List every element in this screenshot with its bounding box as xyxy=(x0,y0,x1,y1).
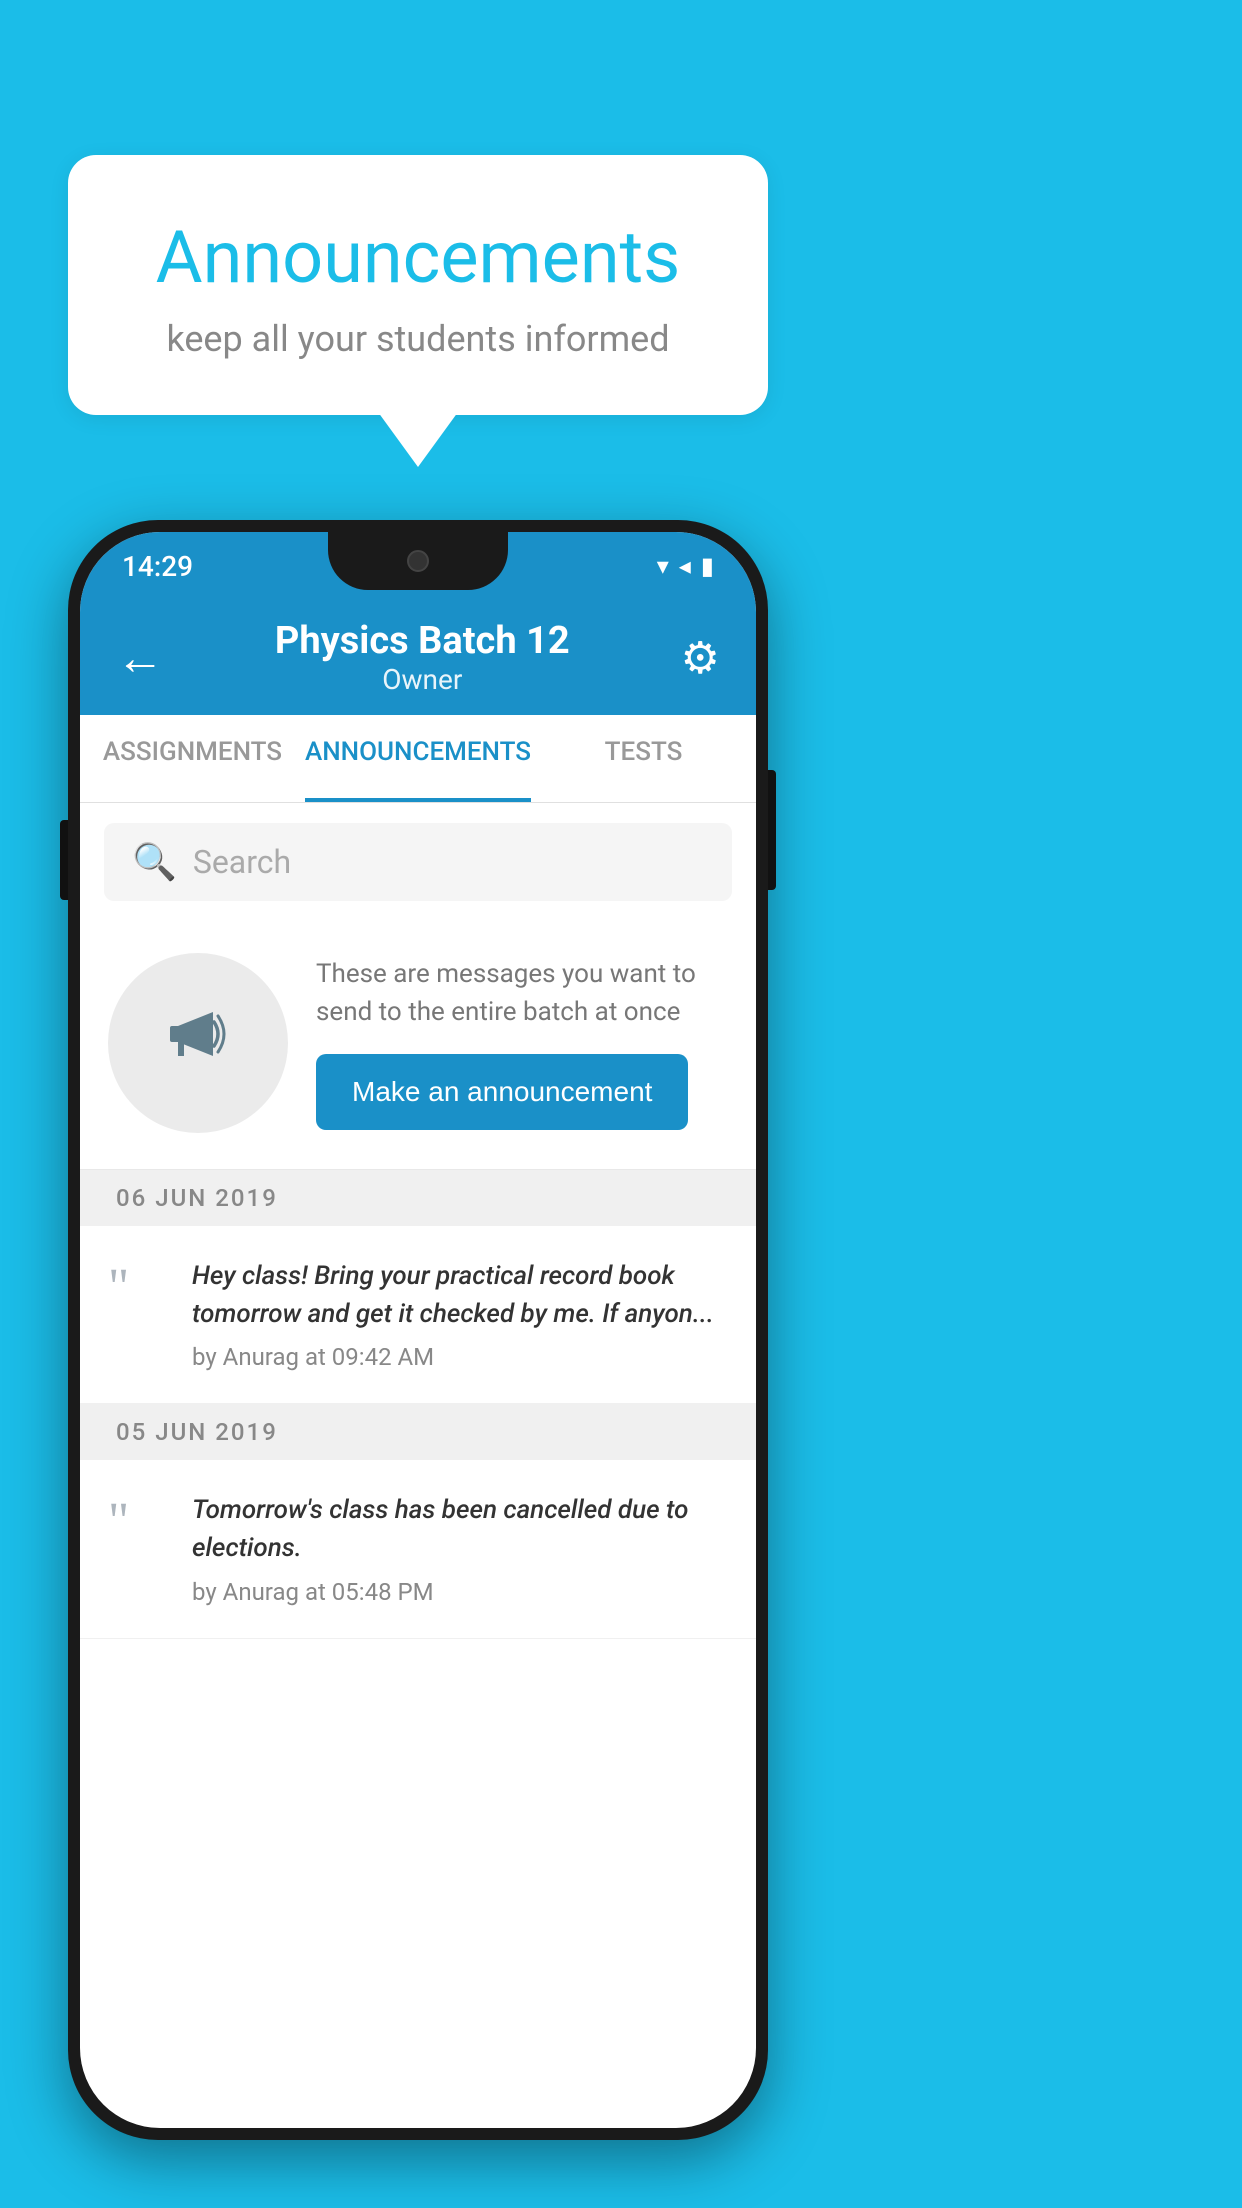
search-bar-wrap: 🔍 Search xyxy=(80,803,756,917)
status-icons: ▾ ◂ ▮ xyxy=(657,552,714,580)
status-bar: 14:29 ▾ ◂ ▮ xyxy=(80,532,756,600)
phone-outer: 14:29 ▾ ◂ ▮ ← Physics Batch 12 Owner ⚙ xyxy=(68,520,768,2140)
signal-icon: ◂ xyxy=(679,552,691,580)
phone-mockup: 14:29 ▾ ◂ ▮ ← Physics Batch 12 Owner ⚙ xyxy=(68,520,768,2140)
back-button[interactable]: ← xyxy=(116,629,164,686)
date-divider-june6: 06 JUN 2019 xyxy=(80,1170,756,1226)
announcement-text-2: Tomorrow's class has been cancelled due … xyxy=(192,1492,728,1567)
announcement-item-1[interactable]: " Hey class! Bring your practical record… xyxy=(80,1226,756,1404)
app-bar-title: Physics Batch 12 xyxy=(275,619,570,663)
promo-icon-circle xyxy=(108,953,288,1133)
announcement-item-2[interactable]: " Tomorrow's class has been cancelled du… xyxy=(80,1460,756,1638)
quote-icon-1: " xyxy=(108,1262,168,1314)
tab-tests[interactable]: TESTS xyxy=(531,715,756,802)
promo-description: These are messages you want to send to t… xyxy=(316,956,728,1031)
promo-right: These are messages you want to send to t… xyxy=(316,956,728,1129)
app-bar-subtitle: Owner xyxy=(275,663,570,696)
tabs-bar: ASSIGNMENTS ANNOUNCEMENTS TESTS xyxy=(80,715,756,803)
app-bar-center: Physics Batch 12 Owner xyxy=(275,619,570,696)
speech-bubble-title: Announcements xyxy=(118,215,718,300)
content-area: 🔍 Search xyxy=(80,803,756,1639)
search-icon: 🔍 xyxy=(132,841,177,883)
megaphone-icon xyxy=(158,994,238,1092)
tab-assignments[interactable]: ASSIGNMENTS xyxy=(80,715,305,802)
battery-icon: ▮ xyxy=(701,552,714,580)
make-announcement-button[interactable]: Make an announcement xyxy=(316,1054,688,1130)
status-time: 14:29 xyxy=(122,550,193,583)
volume-button xyxy=(60,820,68,900)
phone-screen: 14:29 ▾ ◂ ▮ ← Physics Batch 12 Owner ⚙ xyxy=(80,532,756,2128)
speech-bubble-container: Announcements keep all your students inf… xyxy=(68,155,768,415)
search-bar[interactable]: 🔍 Search xyxy=(104,823,732,901)
announcement-content-1: Hey class! Bring your practical record b… xyxy=(192,1258,728,1371)
wifi-icon: ▾ xyxy=(657,552,669,580)
announcement-meta-2: by Anurag at 05:48 PM xyxy=(192,1578,728,1606)
speech-bubble: Announcements keep all your students inf… xyxy=(68,155,768,415)
promo-section: These are messages you want to send to t… xyxy=(80,917,756,1170)
search-placeholder: Search xyxy=(193,843,291,881)
quote-icon-2: " xyxy=(108,1496,168,1548)
announcement-text-1: Hey class! Bring your practical record b… xyxy=(192,1258,728,1333)
app-bar: ← Physics Batch 12 Owner ⚙ xyxy=(80,600,756,715)
camera-dot xyxy=(407,550,429,572)
tab-announcements[interactable]: ANNOUNCEMENTS xyxy=(305,715,531,802)
speech-bubble-subtitle: keep all your students informed xyxy=(118,318,718,360)
announcement-meta-1: by Anurag at 09:42 AM xyxy=(192,1343,728,1371)
announcement-content-2: Tomorrow's class has been cancelled due … xyxy=(192,1492,728,1605)
power-button xyxy=(768,770,776,890)
date-divider-june5: 05 JUN 2019 xyxy=(80,1404,756,1460)
notch xyxy=(328,532,508,590)
settings-button[interactable]: ⚙ xyxy=(681,632,720,684)
